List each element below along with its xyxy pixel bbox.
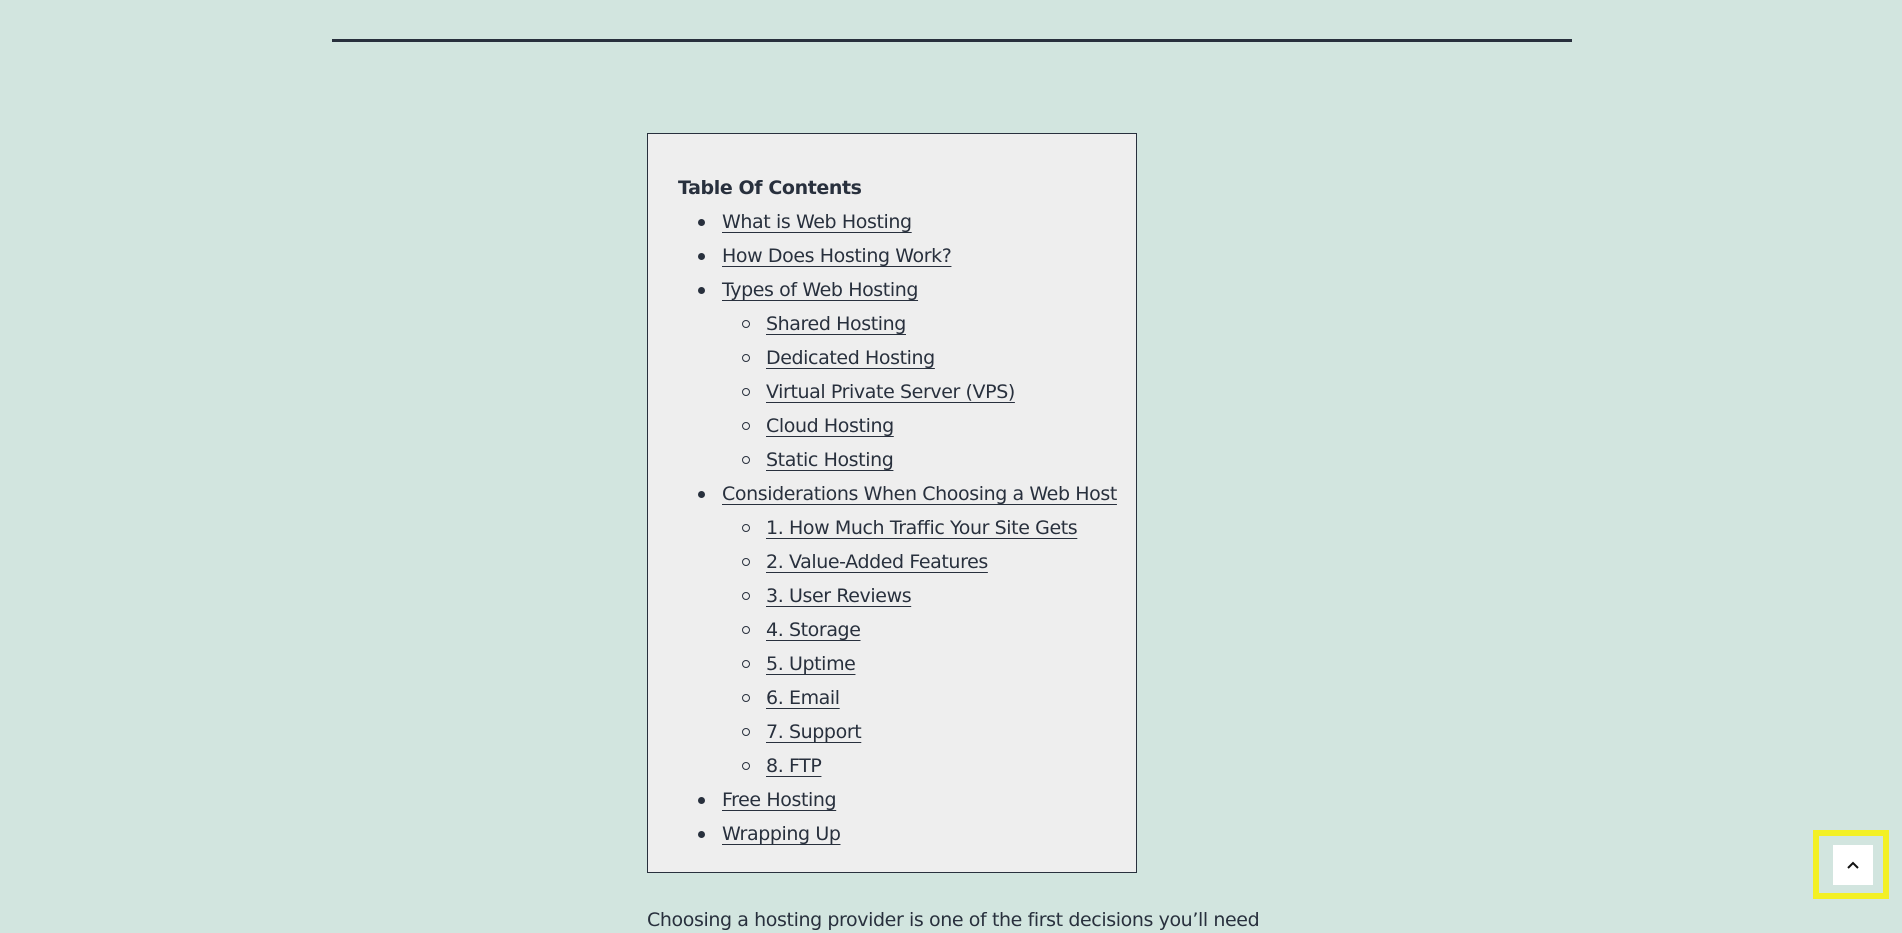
toc-item: Virtual Private Server (VPS) <box>678 375 1136 409</box>
toc-item: 4. Storage <box>678 613 1136 647</box>
toc-link[interactable]: 1. How Much Traffic Your Site Gets <box>766 517 1078 539</box>
toc-link[interactable]: How Does Hosting Work? <box>722 245 952 267</box>
toc-item: Free Hosting <box>678 783 1136 817</box>
toc-item: How Does Hosting Work? <box>678 239 1136 273</box>
toc-item: 8. FTP <box>678 749 1136 783</box>
toc-link[interactable]: 5. Uptime <box>766 653 856 675</box>
toc-link[interactable]: 2. Value-Added Features <box>766 551 988 573</box>
toc-item: Shared Hosting <box>678 307 1136 341</box>
intro-paragraph: Choosing a hosting provider is one of th… <box>647 909 1260 931</box>
toc-item: 1. How Much Traffic Your Site Gets <box>678 511 1136 545</box>
toc-link[interactable]: Considerations When Choosing a Web Host <box>722 483 1117 505</box>
toc-item: Types of Web Hosting <box>678 273 1136 307</box>
toc-item: Wrapping Up <box>678 817 1136 851</box>
toc-item: Static Hosting <box>678 443 1136 477</box>
toc-item: 7. Support <box>678 715 1136 749</box>
scroll-to-top-button[interactable] <box>1833 845 1873 885</box>
toc-link[interactable]: What is Web Hosting <box>722 211 912 233</box>
toc-link[interactable]: Wrapping Up <box>722 823 841 845</box>
toc-link[interactable]: Types of Web Hosting <box>722 279 918 301</box>
toc-item: 6. Email <box>678 681 1136 715</box>
toc-item: 3. User Reviews <box>678 579 1136 613</box>
toc-link[interactable]: 8. FTP <box>766 755 822 777</box>
chevron-up-icon <box>1847 861 1859 869</box>
toc-link[interactable]: 3. User Reviews <box>766 585 912 607</box>
table-of-contents: Table Of Contents What is Web Hosting How… <box>647 133 1137 873</box>
toc-item: Considerations When Choosing a Web Host <box>678 477 1136 511</box>
toc-item: Cloud Hosting <box>678 409 1136 443</box>
toc-list: What is Web Hosting How Does Hosting Work… <box>678 205 1136 851</box>
toc-item: 2. Value-Added Features <box>678 545 1136 579</box>
toc-title: Table Of Contents <box>678 177 862 199</box>
toc-link[interactable]: Shared Hosting <box>766 313 906 335</box>
header-separator <box>332 39 1572 42</box>
toc-link[interactable]: Dedicated Hosting <box>766 347 935 369</box>
toc-link[interactable]: Cloud Hosting <box>766 415 894 437</box>
toc-item: What is Web Hosting <box>678 205 1136 239</box>
toc-item: 5. Uptime <box>678 647 1136 681</box>
toc-link[interactable]: Virtual Private Server (VPS) <box>766 381 1015 403</box>
toc-link[interactable]: 7. Support <box>766 721 862 743</box>
toc-link[interactable]: 4. Storage <box>766 619 861 641</box>
toc-link[interactable]: 6. Email <box>766 687 840 709</box>
toc-item: Dedicated Hosting <box>678 341 1136 375</box>
toc-link[interactable]: Free Hosting <box>722 789 837 811</box>
toc-link[interactable]: Static Hosting <box>766 449 894 471</box>
